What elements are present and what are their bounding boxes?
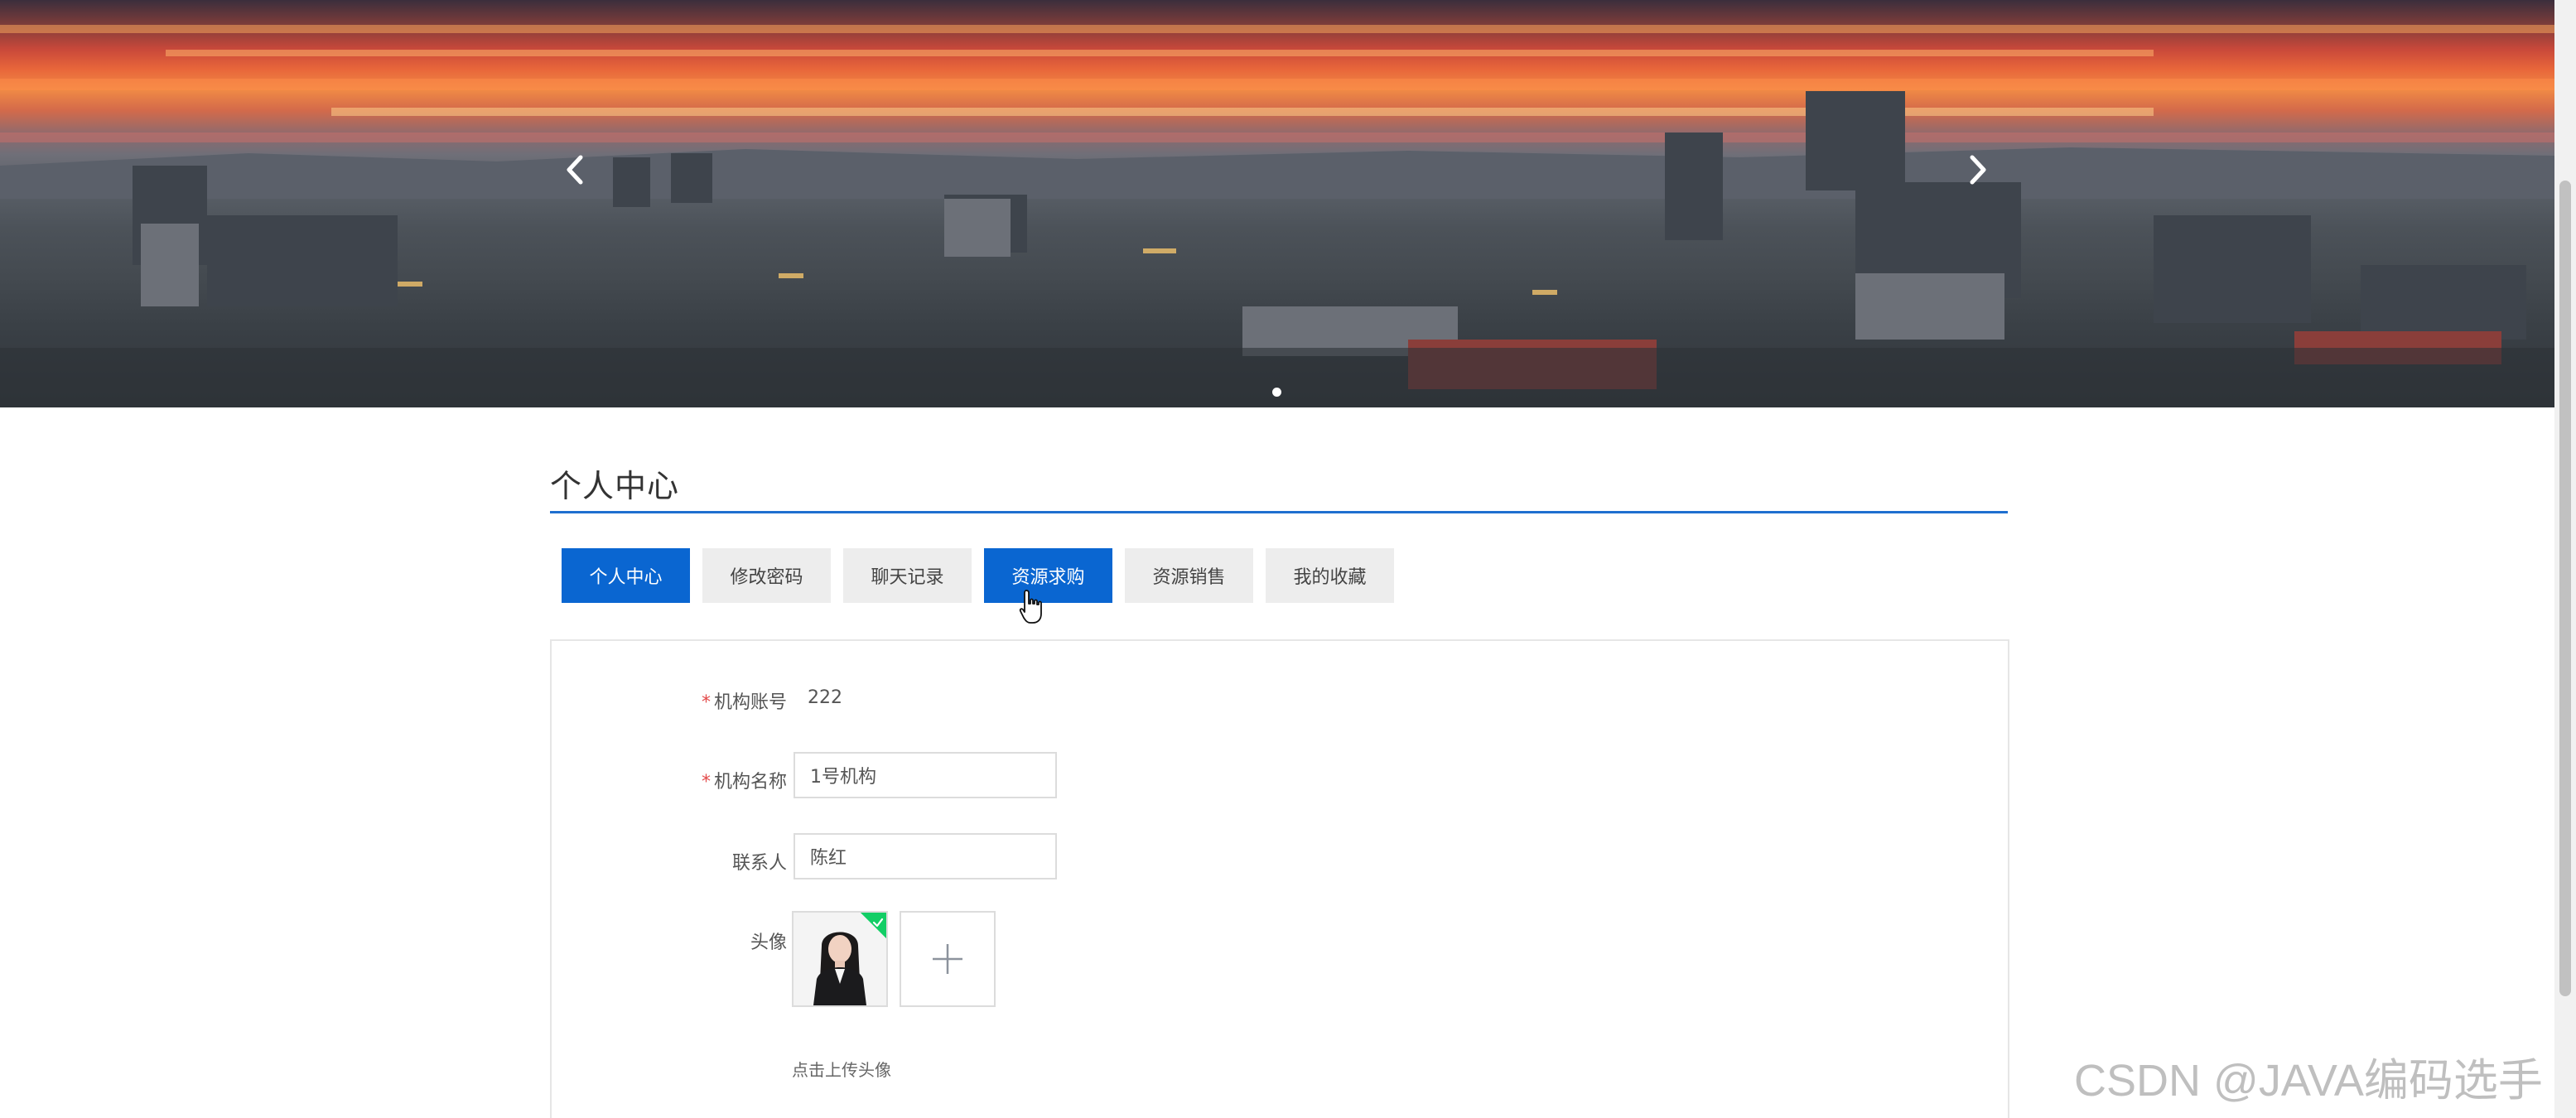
- tab-resource-sales[interactable]: 资源销售: [1125, 548, 1253, 603]
- org-name-label: 机构名称: [713, 772, 787, 793]
- account-value: 222: [808, 687, 842, 708]
- org-name-input[interactable]: [794, 752, 1057, 798]
- tab-chat-history[interactable]: 聊天记录: [843, 548, 972, 603]
- carousel-prev-button[interactable]: [555, 149, 596, 190]
- plus-icon: [933, 944, 962, 974]
- avatar-upload-hint: 点击上传头像: [792, 1060, 891, 1080]
- hand-cursor-icon: [1019, 590, 1042, 624]
- title-divider: [550, 511, 2008, 513]
- tab-change-password[interactable]: 修改密码: [702, 548, 831, 603]
- city-skyline-image: [0, 25, 2554, 407]
- chevron-right-icon: [1970, 155, 1986, 185]
- banner-carousel: [0, 0, 2554, 407]
- tab-personal-center[interactable]: 个人中心: [562, 548, 690, 603]
- watermark-text: CSDN @JAVA编码选手: [2074, 1056, 2543, 1106]
- contact-label: 联系人: [731, 853, 787, 874]
- contact-input[interactable]: [794, 833, 1057, 879]
- required-mark: *: [701, 692, 711, 713]
- page-title: 个人中心: [550, 468, 680, 504]
- name-label-group: * 机构名称: [538, 767, 787, 793]
- tab-resource-purchase[interactable]: 资源求购: [984, 548, 1112, 603]
- account-label: 机构账号: [713, 692, 787, 713]
- page: 个人中心 个人中心 修改密码 聊天记录 资源求购 资源销售 我的收藏 * 机构账号…: [0, 0, 2576, 1118]
- carousel-next-button[interactable]: [1956, 149, 1998, 190]
- avatar-upload-button[interactable]: [900, 911, 996, 1007]
- avatar-thumbnail[interactable]: [792, 911, 888, 1007]
- check-icon: [872, 918, 884, 928]
- chevron-left-icon: [567, 155, 583, 185]
- avatar-label: 头像: [750, 932, 787, 953]
- carousel-indicator-dot[interactable]: [1272, 388, 1281, 397]
- required-mark: *: [701, 772, 711, 793]
- tab-my-favorites[interactable]: 我的收藏: [1266, 548, 1394, 603]
- scrollbar-thumb[interactable]: [2559, 181, 2571, 996]
- account-label-group: * 机构账号: [538, 687, 787, 714]
